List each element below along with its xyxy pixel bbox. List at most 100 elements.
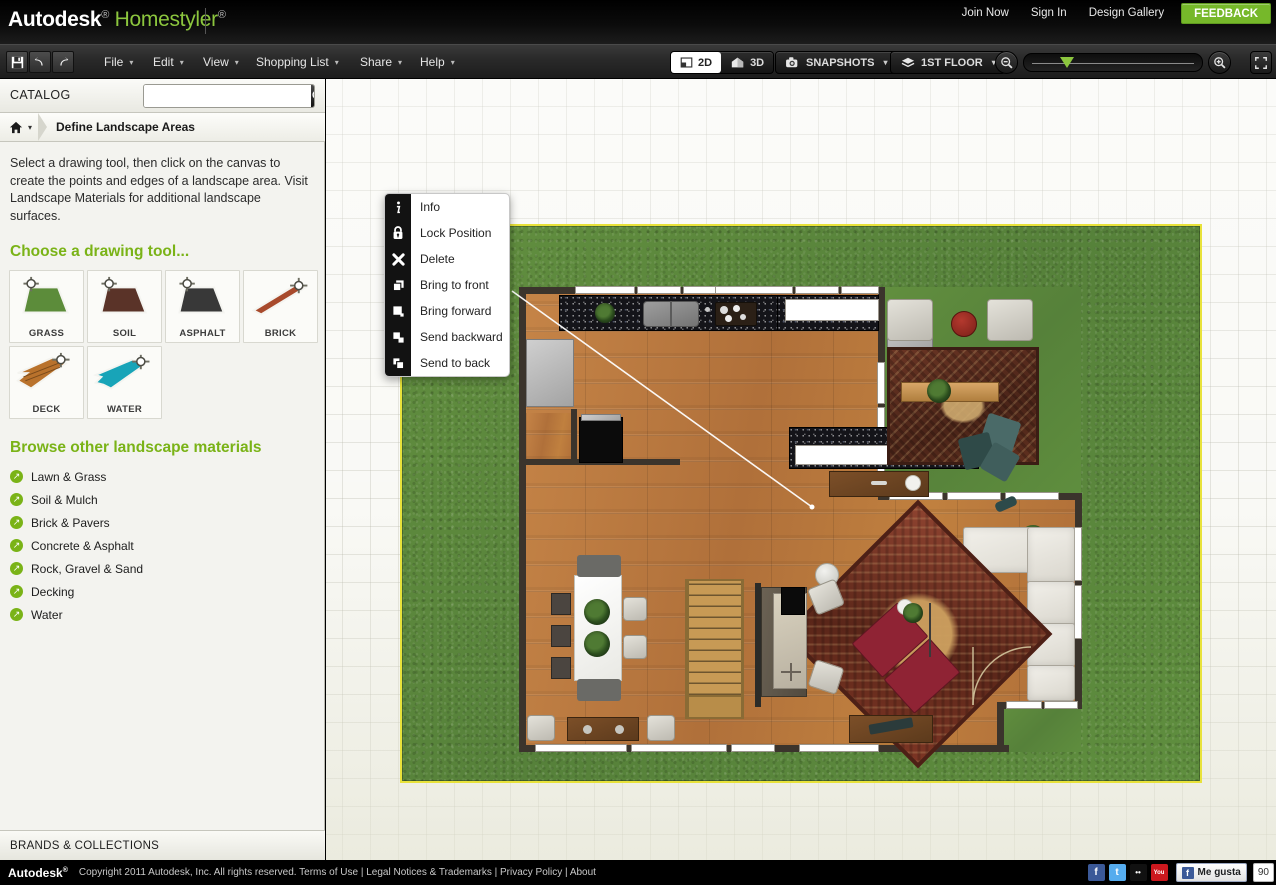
window-mid-2[interactable] [947, 492, 1001, 500]
armchair-right[interactable] [987, 299, 1033, 341]
youtube-icon[interactable]: You [1151, 864, 1168, 881]
undo-button[interactable] [29, 51, 51, 73]
oven-unit[interactable] [579, 417, 623, 463]
external-link-icon: ↗ [10, 493, 23, 506]
kitchen-plant[interactable] [595, 303, 615, 323]
browse-brick-pavers[interactable]: ↗ Brick & Pavers [10, 511, 325, 534]
floor-selector-dropdown[interactable]: 1ST FLOOR ▾ [890, 51, 1006, 74]
tool-grass[interactable]: GRASS [9, 270, 84, 343]
context-menu-item-delete[interactable]: Delete [385, 246, 509, 272]
facebook-icon[interactable]: f [1088, 864, 1105, 881]
tool-brick[interactable]: BRICK [243, 270, 318, 343]
browse-brick-pavers-label: Brick & Pavers [31, 516, 110, 530]
tool-asphalt[interactable]: ASPHALT [165, 270, 240, 343]
context-menu-item-send-backward[interactable]: Send backward [385, 324, 509, 350]
living-room-plant-1[interactable] [927, 379, 951, 403]
join-now-link[interactable]: Join Now [951, 0, 1020, 27]
window-bottom-4[interactable] [799, 744, 879, 752]
menu-help[interactable]: Help▾ [412, 45, 463, 80]
design-gallery-link[interactable]: Design Gallery [1078, 0, 1175, 27]
window-bottom-2[interactable] [631, 744, 727, 752]
browse-rock-gravel-sand[interactable]: ↗ Rock, Gravel & Sand [10, 557, 325, 580]
save-button[interactable] [6, 51, 28, 73]
feedback-button[interactable]: FEEDBACK [1181, 3, 1271, 24]
tab-3d-view[interactable]: 3D [721, 52, 773, 73]
context-menu-item-bring-to-front[interactable]: Bring to front [385, 272, 509, 298]
snapshots-dropdown[interactable]: SNAPSHOTS ▾ [775, 51, 897, 74]
window-bottom-1[interactable] [535, 744, 627, 752]
breadcrumb-home[interactable]: ▾ [9, 121, 32, 134]
window-top-2[interactable] [637, 286, 681, 294]
tab-2d-view[interactable]: 2D [671, 52, 721, 73]
menu-shopping-list[interactable]: Shopping List▾ [248, 45, 347, 80]
tool-deck[interactable]: DECK [9, 346, 84, 419]
armchair-left[interactable] [887, 299, 933, 341]
window-top-6[interactable] [841, 286, 879, 294]
dining-bench-bottom[interactable] [577, 679, 621, 701]
window-bottom-right-2[interactable] [1044, 701, 1078, 709]
window-right-4[interactable] [1074, 527, 1082, 581]
context-menu-item-send-to-back[interactable]: Send to back [385, 350, 509, 376]
window-top-1[interactable] [575, 286, 635, 294]
menu-share[interactable]: Share▾ [352, 45, 410, 80]
window-right-5[interactable] [1074, 585, 1082, 639]
brands-collections-bar[interactable]: BRANDS & COLLECTIONS [0, 830, 325, 860]
redo-button[interactable] [52, 51, 74, 73]
breadcrumb-current: Define Landscape Areas [56, 120, 195, 134]
dining-table[interactable] [574, 575, 622, 681]
tool-water[interactable]: WATER [87, 346, 162, 419]
dining-chair-5[interactable] [623, 635, 647, 659]
tv-screen[interactable] [781, 587, 805, 615]
dining-centerpiece-2[interactable] [584, 631, 610, 657]
object-context-menu[interactable]: Info Lock Position Delete Bring to front… [384, 193, 510, 377]
home-icon [9, 121, 23, 134]
breadcrumb-separator [38, 113, 47, 141]
context-menu-send-backward-label: Send backward [420, 330, 503, 344]
twitter-icon[interactable]: t [1109, 864, 1126, 881]
facebook-like-button[interactable]: f Me gusta [1176, 863, 1247, 882]
sectional-sofa-right-1[interactable] [1027, 527, 1075, 583]
dining-centerpiece-1[interactable] [584, 599, 610, 625]
chair-bottom-left[interactable] [527, 715, 555, 741]
context-menu-item-lock-position[interactable]: Lock Position [385, 220, 509, 246]
chair-bottom-mid[interactable] [647, 715, 675, 741]
menu-edit[interactable]: Edit▾ [145, 45, 192, 80]
menu-file[interactable]: File▾ [96, 45, 141, 80]
menu-view-label: View [203, 55, 229, 69]
rug-plant[interactable] [903, 603, 923, 623]
round-table[interactable] [951, 311, 977, 337]
tool-soil[interactable]: SOIL [87, 270, 162, 343]
refrigerator[interactable] [526, 339, 574, 407]
browse-concrete-asphalt[interactable]: ↗ Concrete & Asphalt [10, 534, 325, 557]
dining-chair-4[interactable] [623, 597, 647, 621]
zoom-in-button[interactable] [1208, 51, 1231, 74]
browse-decking[interactable]: ↗ Decking [10, 580, 325, 603]
asphalt-shape-icon [166, 275, 239, 323]
window-right-1[interactable] [877, 362, 885, 404]
sign-in-link[interactable]: Sign In [1020, 0, 1078, 27]
external-link-icon: ↗ [10, 539, 23, 552]
dining-chair-1[interactable] [551, 593, 571, 615]
zoom-out-button[interactable] [995, 51, 1018, 74]
fullscreen-button[interactable] [1250, 51, 1272, 74]
zoom-slider-thumb[interactable] [1060, 57, 1074, 68]
zoom-slider[interactable] [1023, 53, 1203, 72]
chevron-down-icon[interactable]: ▾ [28, 123, 32, 132]
browse-soil-mulch[interactable]: ↗ Soil & Mulch [10, 488, 325, 511]
credenza[interactable] [567, 717, 639, 741]
window-top-5[interactable] [795, 286, 839, 294]
dining-chair-2[interactable] [551, 625, 571, 647]
context-menu-item-info[interactable]: Info [385, 194, 509, 220]
context-menu-item-bring-forward[interactable]: Bring forward [385, 298, 509, 324]
search-button[interactable] [311, 85, 315, 107]
dining-chair-3[interactable] [551, 657, 571, 679]
menu-edit-label: Edit [153, 55, 174, 69]
menu-view[interactable]: View▾ [195, 45, 247, 80]
browse-water[interactable]: ↗ Water [10, 603, 325, 626]
window-bottom-3[interactable] [731, 744, 775, 752]
flickr-icon[interactable]: •• [1130, 864, 1147, 881]
search-input[interactable] [144, 85, 311, 107]
browse-lawn-grass[interactable]: ↗ Lawn & Grass [10, 465, 325, 488]
dining-bench-top[interactable] [577, 555, 621, 577]
window-top-4[interactable] [715, 286, 793, 294]
